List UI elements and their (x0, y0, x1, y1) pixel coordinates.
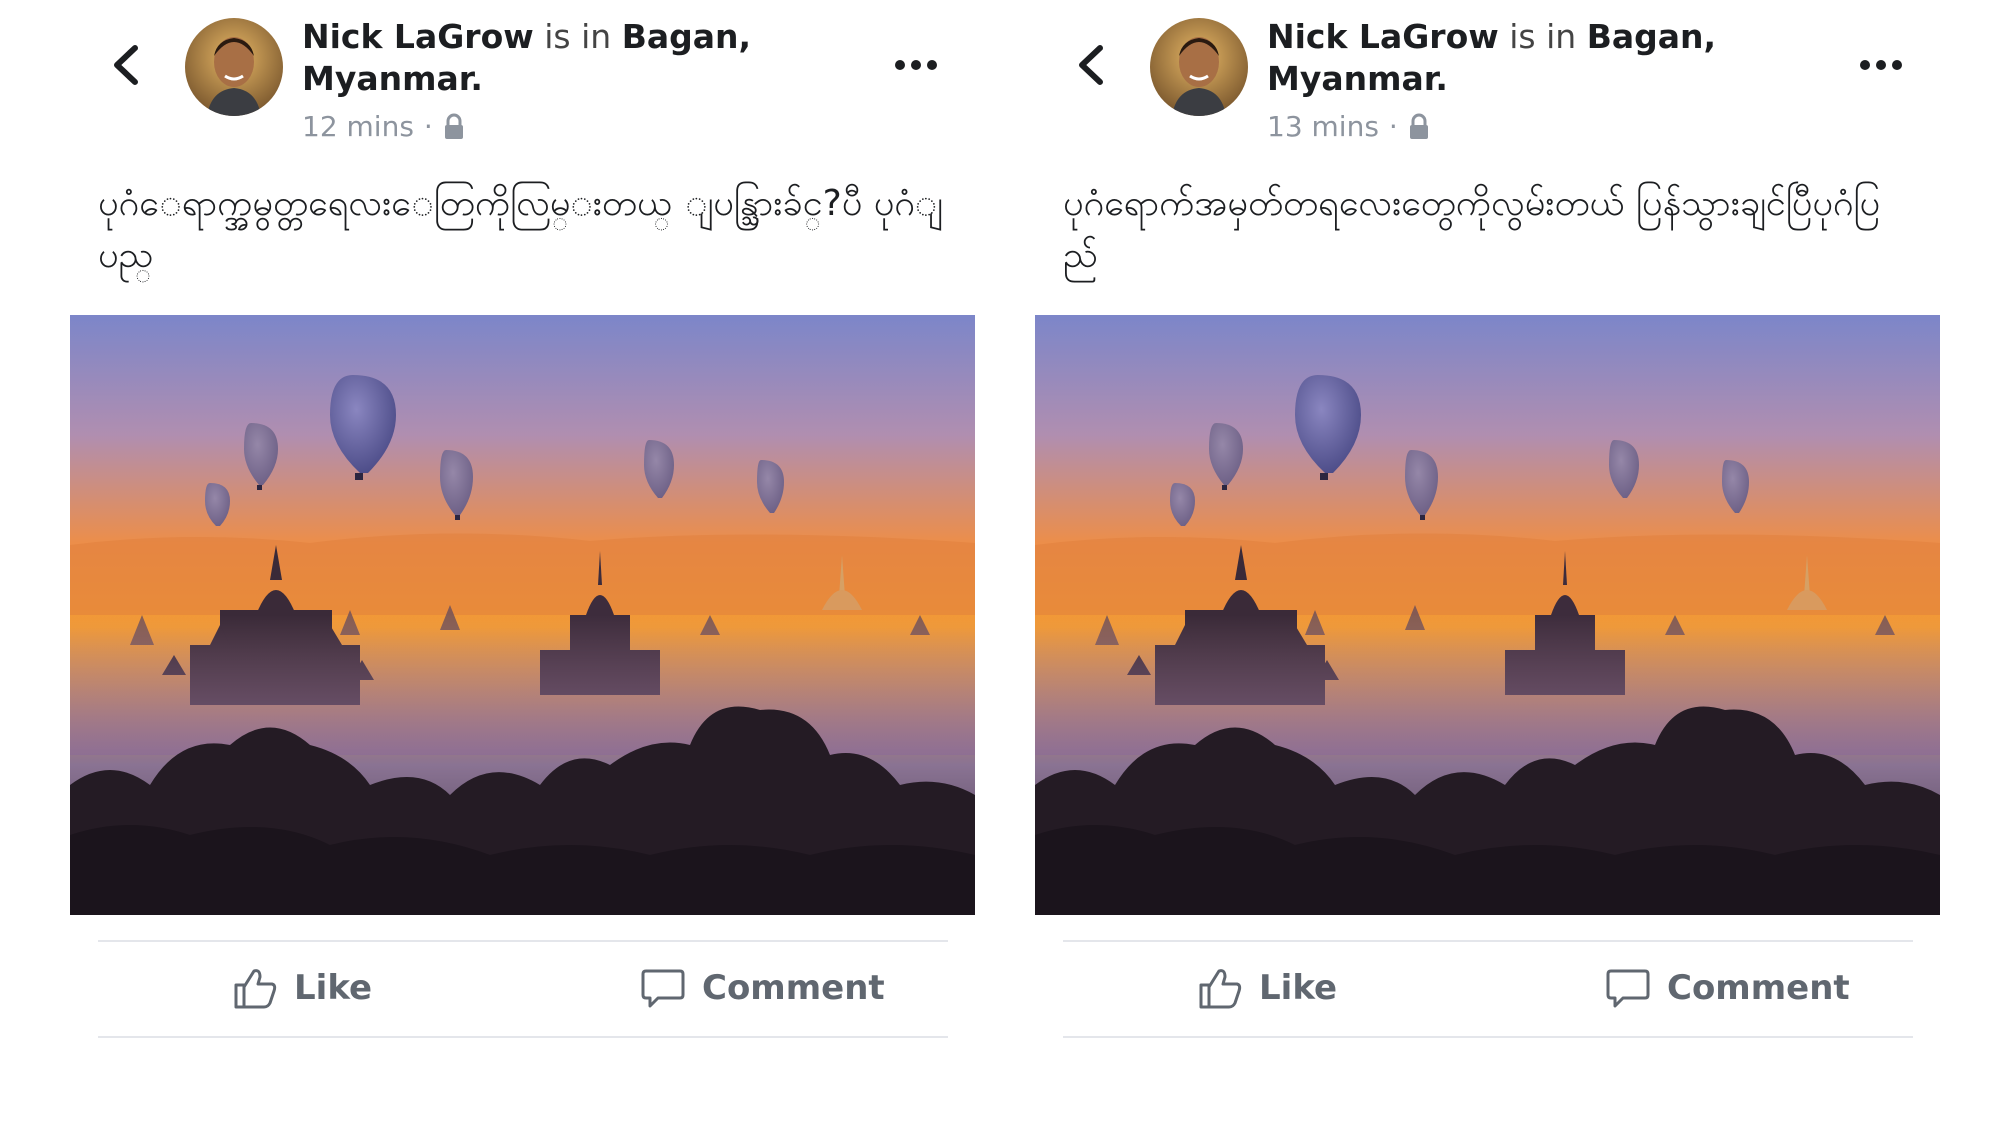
post-title: Nick LaGrow is in Bagan, (302, 16, 862, 58)
avatar[interactable] (185, 18, 283, 116)
post-header: Nick LaGrow is in Bagan, Myanmar. 12 min… (302, 16, 862, 143)
timestamp[interactable]: 13 mins (1267, 110, 1379, 143)
post-card-right: Nick LaGrow is in Bagan, Myanmar. 13 min… (965, 0, 1940, 1125)
dot-icon (927, 60, 937, 70)
divider (1063, 1036, 1913, 1038)
comment-label: Comment (1667, 968, 1850, 1008)
dot-icon (911, 60, 921, 70)
lock-icon[interactable] (443, 113, 465, 141)
place-name-line1[interactable]: Bagan, (1587, 17, 1716, 56)
back-button[interactable] (105, 40, 145, 90)
divider (98, 940, 948, 942)
divider (98, 1036, 948, 1038)
author-name[interactable]: Nick LaGrow (302, 17, 534, 56)
thumbs-up-icon (1199, 969, 1242, 1009)
like-label: Like (1259, 968, 1338, 1008)
dot-icon (1876, 60, 1886, 70)
dot-icon (895, 60, 905, 70)
comment-label: Comment (702, 968, 885, 1008)
balloon-landscape-image (70, 315, 975, 915)
meta-separator: · (1388, 110, 1398, 143)
like-label: Like (294, 968, 373, 1008)
chevron-left-icon (114, 45, 138, 85)
comment-button[interactable]: Comment (1605, 960, 1850, 1016)
post-photo[interactable] (70, 315, 975, 915)
dot-icon (1860, 60, 1870, 70)
post-meta: 13 mins · (1267, 110, 1827, 143)
post-card-left: Nick LaGrow is in Bagan, Myanmar. 12 min… (0, 0, 975, 1125)
divider (1063, 940, 1913, 942)
more-options-button[interactable] (1860, 54, 1904, 76)
post-title-line2: Myanmar. (1267, 58, 1827, 100)
thumbs-up-icon (234, 969, 277, 1009)
post-photo[interactable] (1035, 315, 1940, 915)
profile-photo (1150, 18, 1248, 116)
like-button[interactable]: Like (1197, 960, 1337, 1016)
post-title: Nick LaGrow is in Bagan, (1267, 16, 1827, 58)
like-button[interactable]: Like (232, 960, 372, 1016)
place-name-line2[interactable]: Myanmar. (1267, 59, 1448, 98)
chevron-left-icon (1079, 45, 1103, 85)
place-name-line2[interactable]: Myanmar. (302, 59, 483, 98)
comment-button[interactable]: Comment (640, 960, 885, 1016)
checkin-verb: is in (544, 17, 612, 56)
post-title-line2: Myanmar. (302, 58, 862, 100)
post-header: Nick LaGrow is in Bagan, Myanmar. 13 min… (1267, 16, 1827, 143)
post-meta: 12 mins · (302, 110, 862, 143)
avatar[interactable] (1150, 18, 1248, 116)
author-name[interactable]: Nick LaGrow (1267, 17, 1499, 56)
checkin-verb: is in (1509, 17, 1577, 56)
place-name-line1[interactable]: Bagan, (622, 17, 751, 56)
comment-bubble-icon (641, 969, 685, 1008)
timestamp[interactable]: 12 mins (302, 110, 414, 143)
profile-photo (185, 18, 283, 116)
dot-icon (1892, 60, 1902, 70)
comment-bubble-icon (1606, 969, 1650, 1008)
back-button[interactable] (1070, 40, 1110, 90)
post-text: ပုဂံေရာက္အမွတ္တရေလးေတြကိုလြမ္းတယ္ ျပန္သြ… (98, 183, 943, 276)
meta-separator: · (423, 110, 433, 143)
more-options-button[interactable] (895, 54, 939, 76)
post-text: ပုဂံရောက်အမှတ်တရလေးတွေကိုလွမ်းတယ် ပြန်သွ… (1063, 183, 1881, 276)
lock-icon[interactable] (1408, 113, 1430, 141)
balloon-landscape-image (1035, 315, 1940, 915)
